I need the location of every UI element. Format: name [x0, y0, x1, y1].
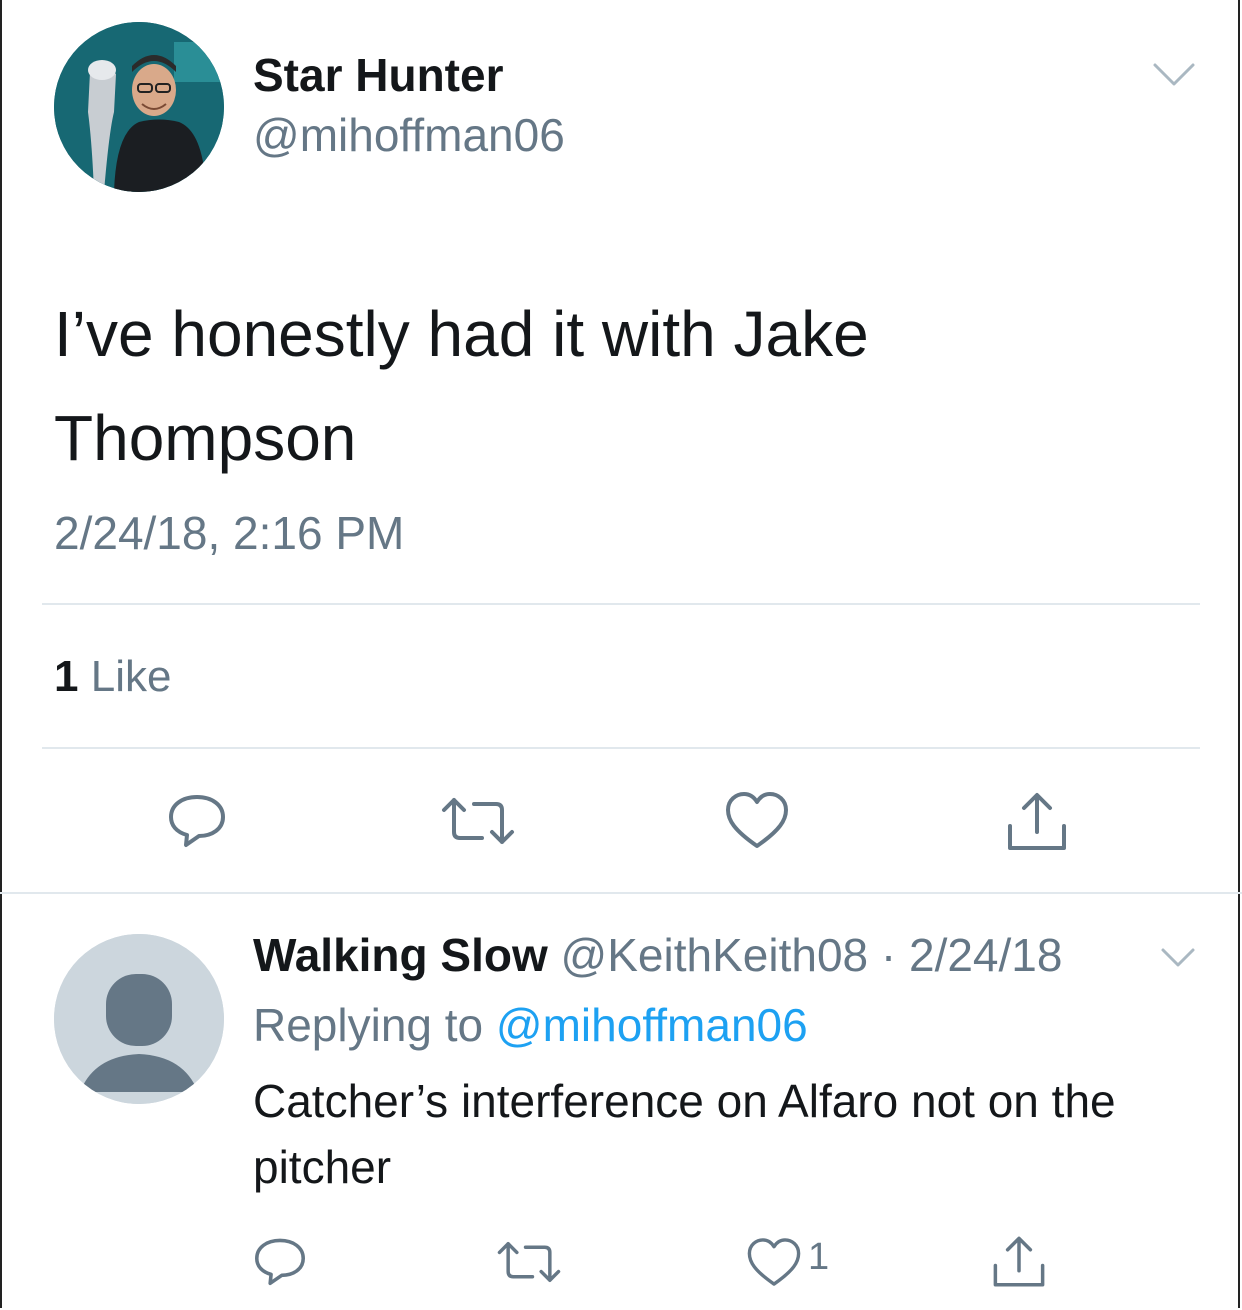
reply-header: Walking Slow @KeithKeith08 · 2/24/18	[253, 928, 1062, 982]
likes-label: Like	[90, 652, 172, 701]
chevron-down-icon[interactable]	[1160, 946, 1196, 970]
heart-icon[interactable]	[724, 790, 790, 850]
heart-icon[interactable]	[746, 1236, 802, 1288]
section-divider	[0, 892, 1242, 894]
reply-like-count: 1	[808, 1236, 830, 1278]
reply-display-name[interactable]: Walking Slow	[253, 929, 548, 981]
likes-count[interactable]: 1 Like	[54, 652, 171, 702]
chevron-down-icon[interactable]	[1152, 60, 1196, 90]
display-name[interactable]: Star Hunter	[253, 48, 503, 102]
divider	[42, 603, 1200, 605]
default-avatar	[54, 934, 224, 1104]
reply-icon[interactable]	[166, 792, 228, 848]
likes-number: 1	[54, 652, 79, 701]
tweet-timestamp[interactable]: 2/24/18, 2:16 PM	[54, 506, 404, 560]
retweet-icon[interactable]	[440, 796, 516, 846]
reply-mention-link[interactable]: @mihoffman06	[496, 999, 808, 1051]
share-icon[interactable]	[990, 1234, 1048, 1290]
tweet-text: I’ve honestly had it with Jake Thompson	[54, 298, 869, 474]
replying-to: Replying to @mihoffman06	[253, 998, 808, 1052]
user-photo-avatar	[54, 22, 224, 192]
replying-label: Replying to	[253, 999, 484, 1051]
retweet-icon[interactable]	[496, 1240, 562, 1284]
reply-handle-date[interactable]: @KeithKeith08 · 2/24/18	[561, 929, 1063, 981]
reply-avatar[interactable]	[54, 934, 224, 1104]
user-avatar[interactable]	[54, 22, 224, 192]
reply-icon[interactable]	[252, 1236, 308, 1286]
user-handle[interactable]: @mihoffman06	[253, 108, 565, 162]
reply-text: Catcher’s interference on Alfaro not on …	[253, 1075, 1116, 1193]
share-icon[interactable]	[1004, 790, 1070, 854]
divider	[42, 747, 1200, 749]
